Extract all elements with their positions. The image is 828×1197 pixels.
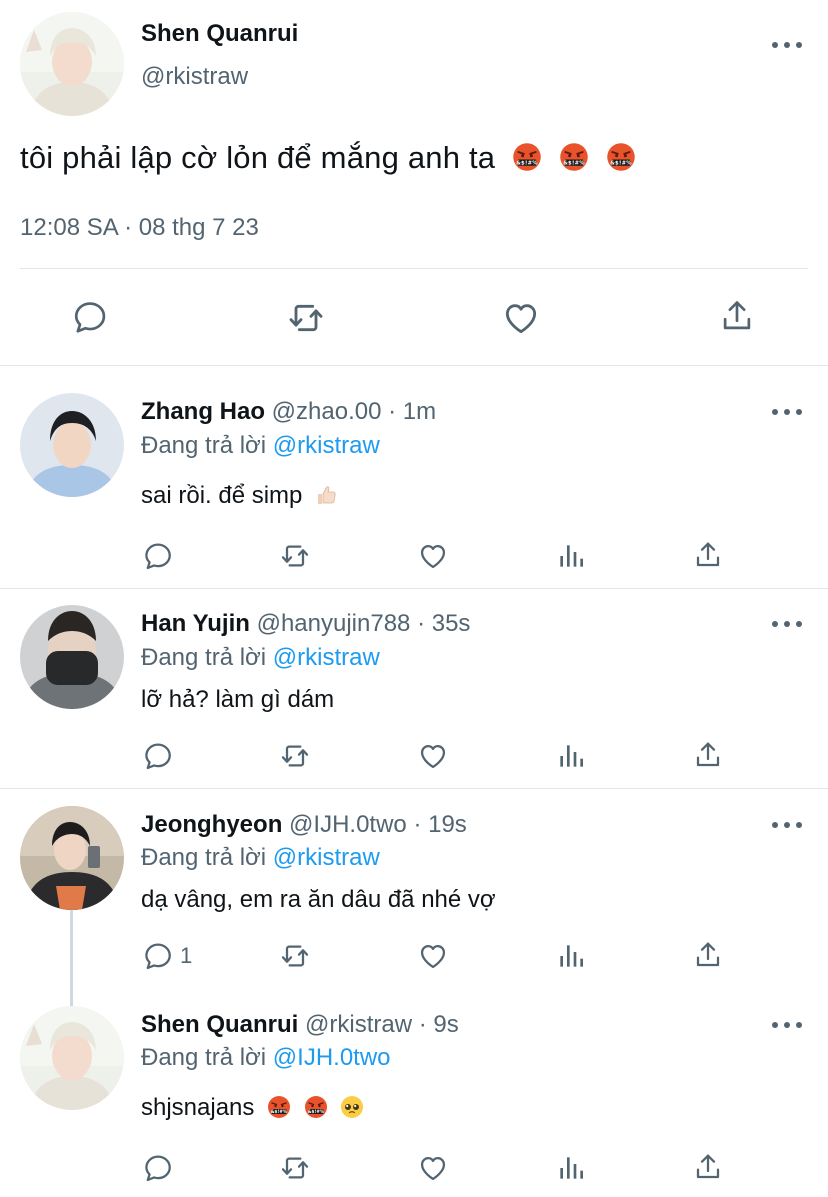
reply-author-handle[interactable]: @rkistraw [305, 1011, 412, 1038]
cursing-face-emoji [304, 1095, 328, 1119]
thread-line [70, 910, 73, 1006]
more-options-icon[interactable] [772, 1020, 802, 1030]
reply-text-content: lỡ hả? làm gì dám [141, 686, 335, 713]
more-options-icon[interactable] [772, 40, 802, 50]
like-icon[interactable] [501, 298, 541, 338]
share-icon[interactable] [692, 738, 724, 772]
reply-icon[interactable] [142, 740, 174, 772]
reply-header: Zhang Hao @zhao.00 · 1m [141, 398, 436, 426]
replying-to: Đang trả lời @IJH.0two [141, 1044, 391, 1072]
share-icon[interactable] [692, 938, 724, 972]
reply-text: dạ vâng, em ra ăn dâu đã nhé vợ [141, 886, 496, 914]
author-handle[interactable]: @rkistraw [141, 63, 248, 91]
more-options-icon[interactable] [772, 619, 802, 629]
replying-to-label: Đang trả lời [141, 1044, 273, 1071]
reply-text-content: shjsnajans [141, 1094, 255, 1121]
avatar[interactable] [20, 605, 124, 709]
replying-to: Đang trả lời @rkistraw [141, 644, 380, 672]
reply-icon[interactable] [142, 940, 174, 972]
thumbs-up-emoji [315, 483, 339, 507]
like-icon[interactable] [416, 940, 450, 972]
reply-text-content: dạ vâng, em ra ăn dâu đã nhé vợ [141, 886, 496, 913]
reply-author-name[interactable]: Han Yujin [141, 610, 250, 637]
reply-time[interactable]: · 9s [419, 1011, 459, 1038]
avatar[interactable] [20, 393, 124, 497]
reply-icon[interactable] [142, 540, 174, 572]
cursing-face-emoji [606, 142, 636, 172]
divider [20, 268, 808, 269]
mention-link[interactable]: @IJH.0two [273, 1044, 391, 1071]
reply-text: lỡ hả? làm gì dám [141, 686, 334, 714]
divider [0, 788, 828, 789]
reply-text: sai rồi. để simp [141, 482, 339, 510]
reply-icon[interactable] [71, 298, 109, 336]
replying-to: Đang trả lời @rkistraw [141, 432, 380, 460]
cursing-face-emoji [267, 1095, 291, 1119]
like-icon[interactable] [416, 540, 450, 572]
like-icon[interactable] [416, 740, 450, 772]
reply-time[interactable]: · 35s [417, 610, 470, 637]
reply-header: Shen Quanrui @rkistraw · 9s [141, 1011, 459, 1039]
tweet-text: tôi phải lập cờ lỏn để mắng anh ta [20, 140, 636, 176]
more-options-icon[interactable] [772, 407, 802, 417]
views-icon[interactable] [555, 540, 587, 572]
retweet-icon[interactable] [285, 298, 327, 338]
share-icon[interactable] [718, 296, 756, 336]
reply-header: Jeonghyeon @IJH.0two · 19s [141, 811, 467, 839]
more-options-icon[interactable] [772, 820, 802, 830]
cursing-face-emoji [512, 142, 542, 172]
tweet-timestamp[interactable]: 12:08 SA · 08 thg 7 23 [20, 214, 259, 242]
reply-author-name[interactable]: Zhang Hao [141, 398, 265, 425]
pleading-face-emoji [340, 1095, 364, 1119]
mention-link[interactable]: @rkistraw [273, 844, 380, 871]
replying-to-label: Đang trả lời [141, 432, 273, 459]
author-name[interactable]: Shen Quanrui [141, 20, 298, 48]
reply-author-handle[interactable]: @hanyujin788 [257, 610, 411, 637]
reply-author-handle[interactable]: @zhao.00 [272, 398, 382, 425]
mention-link[interactable]: @rkistraw [273, 644, 380, 671]
views-icon[interactable] [555, 740, 587, 772]
replying-to-label: Đang trả lời [141, 644, 273, 671]
avatar[interactable] [20, 1006, 124, 1110]
retweet-icon[interactable] [277, 940, 313, 972]
reply-text-content: sai rồi. để simp [141, 482, 303, 509]
reply-header: Han Yujin @hanyujin788 · 35s [141, 610, 470, 638]
reply-icon[interactable] [142, 1152, 174, 1184]
share-icon[interactable] [692, 538, 724, 572]
reply-time[interactable]: · 19s [413, 811, 466, 838]
divider [0, 588, 828, 589]
cursing-face-emoji [559, 142, 589, 172]
avatar[interactable] [20, 806, 124, 910]
views-icon[interactable] [555, 1152, 587, 1184]
tweet-text-content: tôi phải lập cờ lỏn để mắng anh ta [20, 140, 496, 175]
reply-time[interactable]: · 1m [388, 398, 436, 425]
replying-to-label: Đang trả lời [141, 844, 273, 871]
reply-author-name[interactable]: Shen Quanrui [141, 1011, 298, 1038]
views-icon[interactable] [555, 940, 587, 972]
reply-text: shjsnajans [141, 1094, 364, 1122]
replying-to: Đang trả lời @rkistraw [141, 844, 380, 872]
reply-count: 1 [180, 943, 193, 968]
divider [0, 365, 828, 366]
retweet-icon[interactable] [277, 740, 313, 772]
avatar[interactable] [20, 12, 124, 116]
reply-author-handle[interactable]: @IJH.0two [289, 811, 407, 838]
mention-link[interactable]: @rkistraw [273, 432, 380, 459]
like-icon[interactable] [416, 1152, 450, 1184]
retweet-icon[interactable] [277, 1152, 313, 1184]
share-icon[interactable] [692, 1150, 724, 1184]
reply-author-name[interactable]: Jeonghyeon [141, 811, 282, 838]
retweet-icon[interactable] [277, 540, 313, 572]
